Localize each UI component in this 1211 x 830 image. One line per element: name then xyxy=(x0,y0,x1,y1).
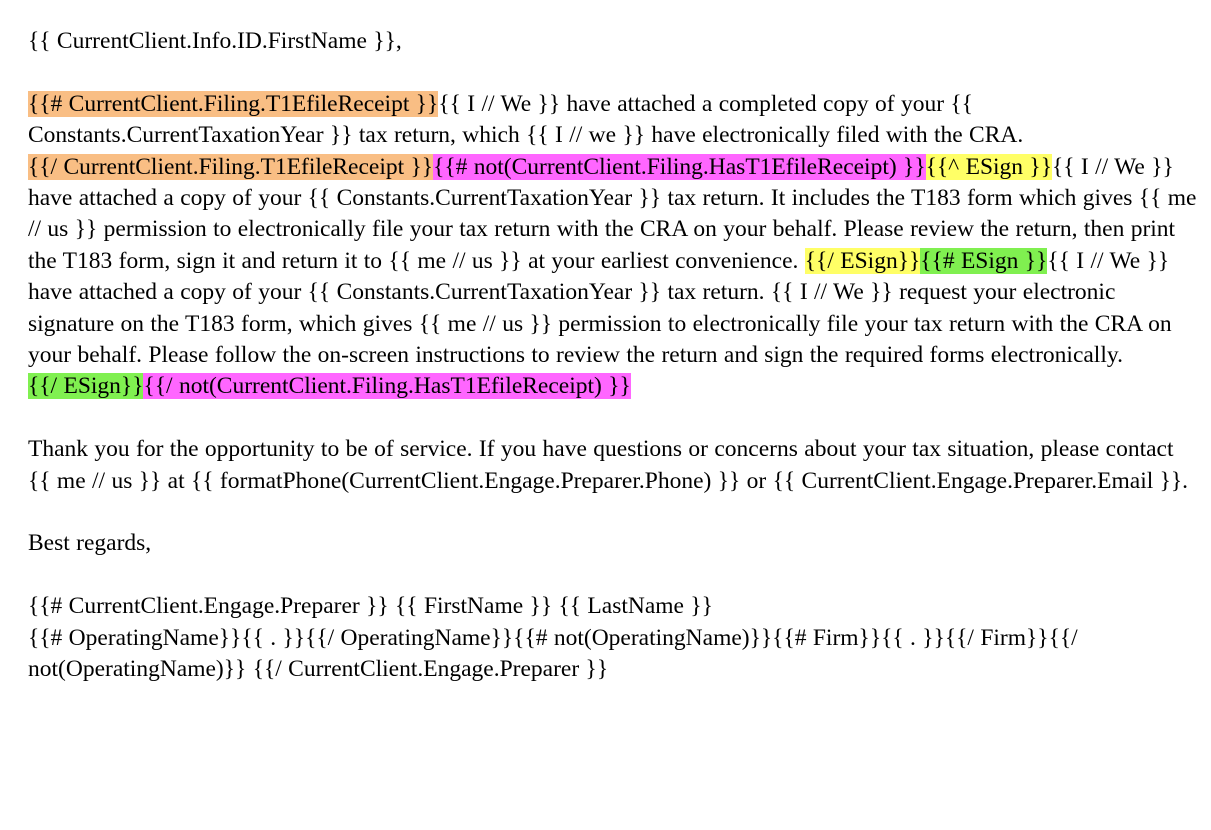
salutation-paragraph: {{ CurrentClient.Info.ID.FirstName }}, xyxy=(28,26,1197,57)
closing-paragraph: Thank you for the opportunity to be of s… xyxy=(28,436,1189,494)
signature-block-line-1: {{# CurrentClient.Engage.Preparer }} {{ … xyxy=(28,593,713,620)
tag-open-esign: {{# ESign }} xyxy=(920,247,1048,274)
salutation-comma: , xyxy=(395,28,402,54)
signoff-line: Best regards, xyxy=(28,530,152,557)
merge-field-firstname: {{ CurrentClient.Info.ID.FirstName }} xyxy=(28,28,396,54)
tag-close-esign: {{/ ESign}} xyxy=(28,373,144,400)
paragraph-spacer-1 xyxy=(28,57,1197,88)
tag-inverted-esign: {{^ ESign }} xyxy=(925,153,1052,180)
tag-open-not-hast1efilereceipt: {{# not(CurrentClient.Filing.HasT1EfileR… xyxy=(433,153,926,180)
paragraph-spacer-2 xyxy=(28,403,1197,434)
tag-close-esign-inverted: {{/ ESign}} xyxy=(804,247,921,274)
tag-close-t1efilereceipt: {{/ CurrentClient.Filing.T1EfileReceipt … xyxy=(28,153,434,180)
conditional-body-paragraph: {{# CurrentClient.Filing.T1EfileReceipt … xyxy=(28,89,1197,403)
paragraph-spacer-3 xyxy=(28,497,1197,528)
paragraph-spacer-4 xyxy=(28,560,1197,591)
tag-open-t1efilereceipt: {{# CurrentClient.Filing.T1EfileReceipt … xyxy=(28,90,439,117)
tag-close-not-hast1efilereceipt: {{/ not(CurrentClient.Filing.HasT1EfileR… xyxy=(143,373,631,400)
document-body: {{ CurrentClient.Info.ID.FirstName }}, {… xyxy=(0,0,1211,685)
signature-block-line-2: {{# OperatingName}}{{ . }}{{/ OperatingN… xyxy=(28,624,1078,683)
